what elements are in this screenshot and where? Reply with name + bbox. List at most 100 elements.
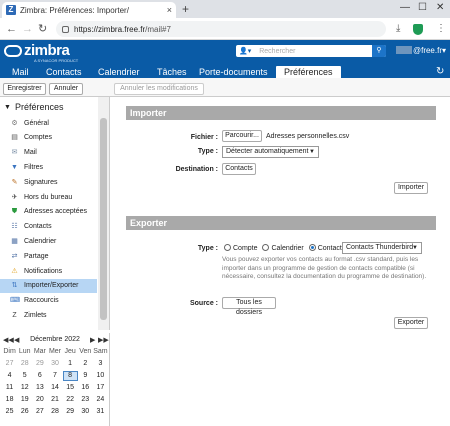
export-help-text: Vous pouvez exporter vos contacts au for… xyxy=(222,256,427,280)
calendar-day[interactable]: 10 xyxy=(93,371,108,381)
import-button[interactable]: Importer xyxy=(394,182,428,194)
sidebar-item-adresses-accept-es[interactable]: ⛊ Adresses acceptées xyxy=(0,205,97,219)
calendar-day[interactable]: 19 xyxy=(17,395,32,405)
zimbra-logo[interactable]: zimbra A SYNACOR PRODUCT xyxy=(4,43,78,63)
tab-taches[interactable]: Tâches xyxy=(157,66,187,78)
calendar-day[interactable]: 26 xyxy=(17,407,32,417)
calendar-day[interactable]: 18 xyxy=(2,395,17,405)
calendar-day[interactable]: 4 xyxy=(2,371,17,381)
calendar-day[interactable]: 22 xyxy=(63,395,78,405)
person-icon[interactable]: 👤▾ xyxy=(239,47,251,55)
calendar-day[interactable]: 27 xyxy=(2,359,17,369)
url-field[interactable]: https://zimbra.free.fr/mail#7 xyxy=(56,21,386,37)
calendar-day[interactable]: 24 xyxy=(93,395,108,405)
close-tab-icon[interactable]: × xyxy=(167,5,172,15)
browse-button[interactable]: Parcourir... xyxy=(222,130,262,142)
calendar-day[interactable]: 28 xyxy=(47,407,62,417)
tab-contacts[interactable]: Contacts xyxy=(46,66,82,78)
next-year-icon[interactable]: ▶▶ xyxy=(98,336,109,344)
calendar-day[interactable]: 29 xyxy=(63,407,78,417)
caret-down-icon[interactable]: ▼ xyxy=(4,104,11,111)
radio-contacts[interactable]: Contacts xyxy=(308,244,345,252)
user-menu[interactable]: @free.fr ▾ xyxy=(396,44,446,56)
calendar-day[interactable]: 28 xyxy=(17,359,32,369)
radio-calendrier[interactable]: Calendrier xyxy=(262,244,304,252)
calendar-day[interactable]: 15 xyxy=(63,383,78,393)
sidebar-item-label: Signatures xyxy=(24,178,58,186)
tree-root-preferences[interactable]: ▼ Préférences xyxy=(4,102,63,112)
tree-scrollbar-thumb[interactable] xyxy=(100,118,107,320)
window-close-icon[interactable]: ✕ xyxy=(436,2,444,13)
search-box[interactable]: 👤▾ Rechercher ⚲ xyxy=(236,45,386,57)
calendar-day[interactable]: 14 xyxy=(47,383,62,393)
export-button[interactable]: Exporter xyxy=(394,317,428,329)
calendar-day[interactable]: 1 xyxy=(63,359,78,369)
sidebar-item-hors-du-bureau[interactable]: ✈ Hors du bureau xyxy=(0,190,97,204)
download-icon[interactable]: ⤓ xyxy=(396,22,400,36)
sidebar-item-importer-exporter[interactable]: ⇅ Importer/Exporter xyxy=(0,278,97,293)
prev-month-icon[interactable]: ◀ xyxy=(14,336,19,344)
tab-mail[interactable]: Mail xyxy=(12,66,29,78)
calendar-day[interactable]: 27 xyxy=(32,407,47,417)
sidebar-item-label: Adresses acceptées xyxy=(24,208,88,216)
calendar-day[interactable]: 29 xyxy=(32,359,47,369)
forward-icon[interactable]: → xyxy=(22,22,33,36)
calendar-day[interactable]: 30 xyxy=(47,359,62,369)
calendar-day[interactable]: 25 xyxy=(2,407,17,417)
browser-tab[interactable]: Z Zimbra: Préférences: Importer/ × xyxy=(2,2,176,18)
sidebar-item-raccourcis[interactable]: ⌨ Raccourcis xyxy=(0,294,97,308)
calendar-day[interactable]: 12 xyxy=(17,383,32,393)
calendar-day[interactable]: 6 xyxy=(32,371,47,381)
sidebar-item-calendrier[interactable]: ▦ Calendrier xyxy=(0,234,97,248)
search-icon[interactable]: ⚲ xyxy=(372,45,386,57)
sidebar-item-partage[interactable]: ⇄ Partage xyxy=(0,249,97,263)
contacts-format-select[interactable]: Contacts Thunderbird ▼ xyxy=(342,242,422,254)
sidebar-item-mail[interactable]: ✉ Mail xyxy=(0,146,97,160)
tab-calendrier[interactable]: Calendrier xyxy=(98,66,140,78)
source-button[interactable]: Tous les dossiers xyxy=(222,297,276,316)
calendar-day[interactable]: 31 xyxy=(93,407,108,417)
sidebar-item-filtres[interactable]: ▼ Filtres xyxy=(0,160,97,174)
cancel-button[interactable]: Annuler xyxy=(49,83,83,95)
radio-compte[interactable]: Compte xyxy=(224,244,258,252)
calendar-day[interactable]: 2 xyxy=(78,359,93,369)
reload-icon[interactable]: ↻ xyxy=(38,22,47,36)
sidebar-item-signatures[interactable]: ✎ Signatures xyxy=(0,175,97,189)
contacts-icon: ☷ xyxy=(11,223,18,231)
save-button[interactable]: Enregistrer xyxy=(3,83,46,95)
calendar-day[interactable]: 8 xyxy=(62,371,78,381)
shield-extension-icon[interactable] xyxy=(413,24,423,35)
new-tab-icon[interactable]: + xyxy=(182,2,189,16)
export-type-options: Compte Calendrier Contacts xyxy=(224,244,345,252)
calendar-day[interactable]: 30 xyxy=(78,407,93,417)
calendar-day[interactable]: 9 xyxy=(78,371,93,381)
maximize-icon[interactable]: ☐ xyxy=(418,2,427,13)
sidebar-item-comptes[interactable]: ▤ Comptes xyxy=(0,131,97,145)
refresh-icon[interactable]: ↻ xyxy=(436,66,444,78)
import-type-select[interactable]: Détecter automatiquement ▼ xyxy=(222,146,319,158)
calendar-day[interactable]: 17 xyxy=(93,383,108,393)
lock-icon xyxy=(62,25,69,33)
calendar-day[interactable]: 7 xyxy=(47,371,62,381)
calendar-day[interactable]: 20 xyxy=(32,395,47,405)
menu-icon[interactable]: ⋮ xyxy=(436,22,446,36)
sidebar-item-g-n-ral[interactable]: ⚙ Général xyxy=(0,116,97,130)
tab-preferences[interactable]: Préférences xyxy=(276,66,341,78)
calendar-day[interactable]: 5 xyxy=(17,371,32,381)
sidebar-item-contacts[interactable]: ☷ Contacts xyxy=(0,220,97,234)
sidebar-item-notifications[interactable]: ⚠ Notifications xyxy=(0,264,97,278)
calendar-day[interactable]: 16 xyxy=(78,383,93,393)
destination-button[interactable]: Contacts xyxy=(222,163,256,175)
minimize-icon[interactable]: — xyxy=(400,2,410,13)
search-input[interactable]: Rechercher xyxy=(259,48,372,55)
tab-porte-documents[interactable]: Porte-documents xyxy=(199,66,268,78)
prev-year-icon[interactable]: ◀◀ xyxy=(3,336,14,344)
calendar-day[interactable]: 23 xyxy=(78,395,93,405)
calendar-day[interactable]: 21 xyxy=(47,395,62,405)
sidebar-item-zimlets[interactable]: Z Zimlets xyxy=(0,308,97,322)
back-icon[interactable]: ← xyxy=(6,22,17,36)
next-month-icon[interactable]: ▶ xyxy=(90,336,95,344)
calendar-day[interactable]: 11 xyxy=(2,383,17,393)
calendar-day[interactable]: 3 xyxy=(93,359,108,369)
calendar-day[interactable]: 13 xyxy=(32,383,47,393)
